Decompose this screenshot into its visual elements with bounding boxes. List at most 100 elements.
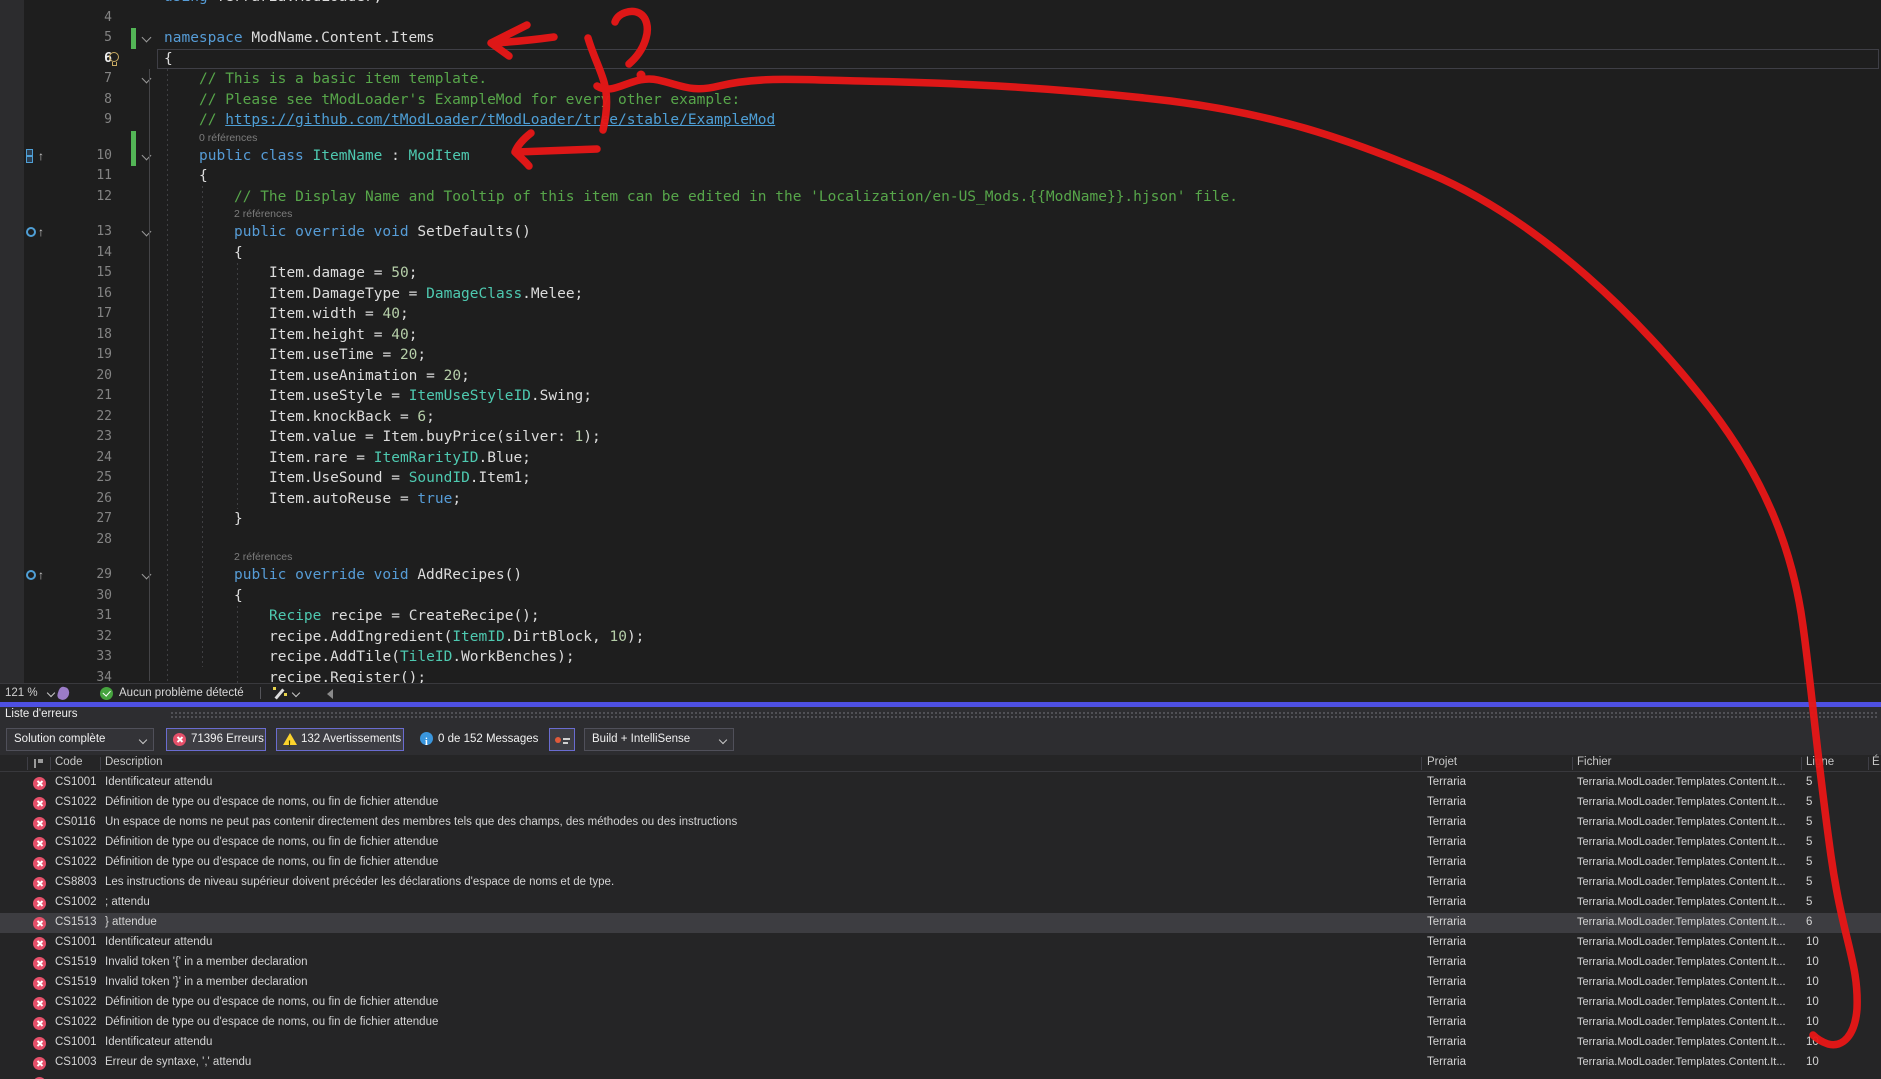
- code-health-icon[interactable]: [56, 685, 71, 702]
- scope-dropdown[interactable]: Solution complète: [6, 728, 154, 751]
- code-token: ;: [426, 408, 435, 425]
- code-token: ItemUseStyleID: [408, 388, 531, 404]
- error-icon: [33, 1036, 46, 1050]
- line-number: 15: [96, 265, 112, 280]
- column-header-[interactable]: É: [1872, 756, 1880, 768]
- scroll-left-arrow[interactable]: [327, 689, 333, 699]
- code-line: 12 // The Display Name and Tooltip of thi…: [0, 187, 1881, 208]
- error-code: CS1001: [55, 936, 97, 948]
- drag-handle-dots[interactable]: [170, 711, 1877, 720]
- column-header-fichier[interactable]: Fichier: [1577, 756, 1612, 768]
- column-separator[interactable]: [1868, 757, 1869, 770]
- filter-icon-line: [563, 738, 570, 740]
- codelens-references-link[interactable]: 0 références: [199, 132, 257, 144]
- line-number: 29: [96, 567, 112, 582]
- circle-shape: [26, 570, 36, 580]
- errors-filter-button[interactable]: 71396 Erreurs: [166, 728, 266, 751]
- vs-window: 3 using Terraria.ModLoader; 4 5 namespace Mo…: [0, 0, 1881, 1079]
- error-row[interactable]: CS1519 Invalid token '}' in a member decl…: [0, 973, 1881, 993]
- line-number: 20: [96, 367, 112, 383]
- error-row[interactable]: [0, 1073, 1881, 1079]
- error-project: Terraria: [1427, 836, 1466, 848]
- error-row[interactable]: CS1513} attendue Terraria Terraria.ModLoad…: [0, 913, 1881, 933]
- inheritance-indicator-icon[interactable]: ↑: [26, 148, 52, 164]
- code-token: .Melee;: [522, 285, 584, 302]
- line-number: 25: [96, 470, 112, 485]
- code-line: 31 Recipe recipe = CreateRecipe();: [0, 606, 1881, 627]
- error-row[interactable]: CS1002 ; attendu Terraria Terraria.ModLoade…: [0, 893, 1881, 913]
- warnings-filter-button[interactable]: 132 Avertissements: [276, 728, 404, 755]
- code-token: {: [164, 50, 173, 67]
- severity-column-icon[interactable]: [34, 759, 43, 768]
- column-header-projet[interactable]: Projet: [1427, 756, 1457, 768]
- error-icon: [173, 733, 186, 746]
- check-circle-icon: [100, 687, 113, 700]
- warning-icon: [283, 733, 297, 755]
- code-link[interactable]: https://github.com/tModLoader/tModLoader…: [225, 112, 775, 128]
- override-indicator-icon[interactable]: ↑: [26, 224, 52, 240]
- up-arrow-icon: ↑: [38, 148, 44, 163]
- code-text: Item.knockBack = 6;: [269, 407, 435, 428]
- column-header-description[interactable]: Description: [105, 756, 163, 768]
- error-description: Identificateur attendu: [105, 936, 213, 948]
- square-shape: [26, 155, 33, 163]
- column-separator[interactable]: [50, 757, 51, 770]
- divider: [260, 687, 261, 699]
- line-number: 26: [96, 490, 112, 506]
- override-indicator-icon[interactable]: ↑: [26, 567, 52, 583]
- error-line: 5: [1806, 816, 1813, 828]
- error-row[interactable]: CS0116 Un espace de noms ne peut pas cont…: [0, 813, 1881, 833]
- error-row[interactable]: CS1001 Identificateur attendu Terraria Terr…: [0, 1033, 1881, 1053]
- code-token: {: [234, 587, 243, 604]
- error-code: CS1022: [55, 856, 97, 868]
- filter-button[interactable]: [549, 728, 575, 751]
- error-description: } attendue: [105, 916, 157, 928]
- error-file: Terraria.ModLoader.Templates.Content.It.…: [1577, 956, 1786, 968]
- error-row[interactable]: CS1022 Définition de type ou d'espace de …: [0, 793, 1881, 813]
- code-token: 40: [382, 306, 400, 322]
- error-icon: [33, 856, 46, 870]
- zoom-level-dropdown[interactable]: 121 %: [5, 684, 38, 702]
- health-status-text[interactable]: Aucun problème détecté: [119, 684, 244, 702]
- pen-shape: [274, 688, 285, 700]
- error-row[interactable]: CS8803 Les instructions de niveau supérie…: [0, 873, 1881, 893]
- error-row[interactable]: CS1022 Définition de type ou d'espace de …: [0, 833, 1881, 853]
- chevron-down-icon[interactable]: [293, 689, 300, 696]
- fold-chevron-icon[interactable]: [143, 34, 151, 42]
- code-token: Item.useAnimation =: [269, 367, 444, 384]
- codelens-references-link[interactable]: 2 références: [234, 551, 292, 563]
- error-row[interactable]: CS1003 Erreur de syntaxe, ',' attendu Terr…: [0, 1053, 1881, 1073]
- column-separator[interactable]: [1801, 757, 1802, 770]
- code-text: public override void SetDefaults(): [234, 222, 531, 243]
- code-text: Item.width = 40;: [269, 304, 409, 325]
- code-token: TileID: [399, 649, 453, 665]
- codelens-references-link[interactable]: 2 références: [234, 208, 292, 220]
- code-token: Item.height =: [269, 326, 392, 343]
- column-header-code[interactable]: Code: [55, 756, 83, 768]
- error-description: Erreur de syntaxe, ',' attendu: [105, 1056, 252, 1068]
- error-row[interactable]: CS1519 Invalid token '{' in a member decl…: [0, 953, 1881, 973]
- error-row[interactable]: CS1001 Identificateur attendu Terraria Terr…: [0, 773, 1881, 793]
- code-text: recipe.Register();: [269, 668, 426, 684]
- filter-icon: [555, 737, 561, 743]
- column-separator[interactable]: [27, 757, 28, 770]
- column-header-ligne[interactable]: Ligne: [1806, 756, 1834, 768]
- error-icon: [33, 776, 46, 790]
- error-list-titlebar[interactable]: Liste d'erreurs: [0, 707, 1881, 724]
- lightbulb-icon[interactable]: [108, 51, 121, 67]
- error-row[interactable]: CS1022 Définition de type ou d'espace de …: [0, 853, 1881, 873]
- chevron-down-icon[interactable]: [48, 689, 55, 696]
- indent-guide: [237, 606, 238, 683]
- error-row[interactable]: CS1022 Définition de type ou d'espace de …: [0, 993, 1881, 1013]
- column-separator[interactable]: [1572, 757, 1573, 770]
- code-cleanup-icon[interactable]: [273, 687, 287, 700]
- column-separator[interactable]: [1421, 757, 1422, 770]
- error-row[interactable]: CS1001 Identificateur attendu Terraria Terr…: [0, 933, 1881, 953]
- error-file: Terraria.ModLoader.Templates.Content.It.…: [1577, 1016, 1786, 1028]
- error-row[interactable]: CS1022 Définition de type ou d'espace de …: [0, 1013, 1881, 1033]
- column-separator[interactable]: [100, 757, 101, 770]
- code-editor[interactable]: 3 using Terraria.ModLoader; 4 5 namespace Mo…: [0, 0, 1881, 683]
- build-intellisense-dropdown[interactable]: Build + IntelliSense: [584, 728, 734, 751]
- messages-filter-button[interactable]: 0 de 152 Messages: [414, 728, 544, 754]
- code-text: namespace ModName.Content.Items: [164, 28, 435, 49]
